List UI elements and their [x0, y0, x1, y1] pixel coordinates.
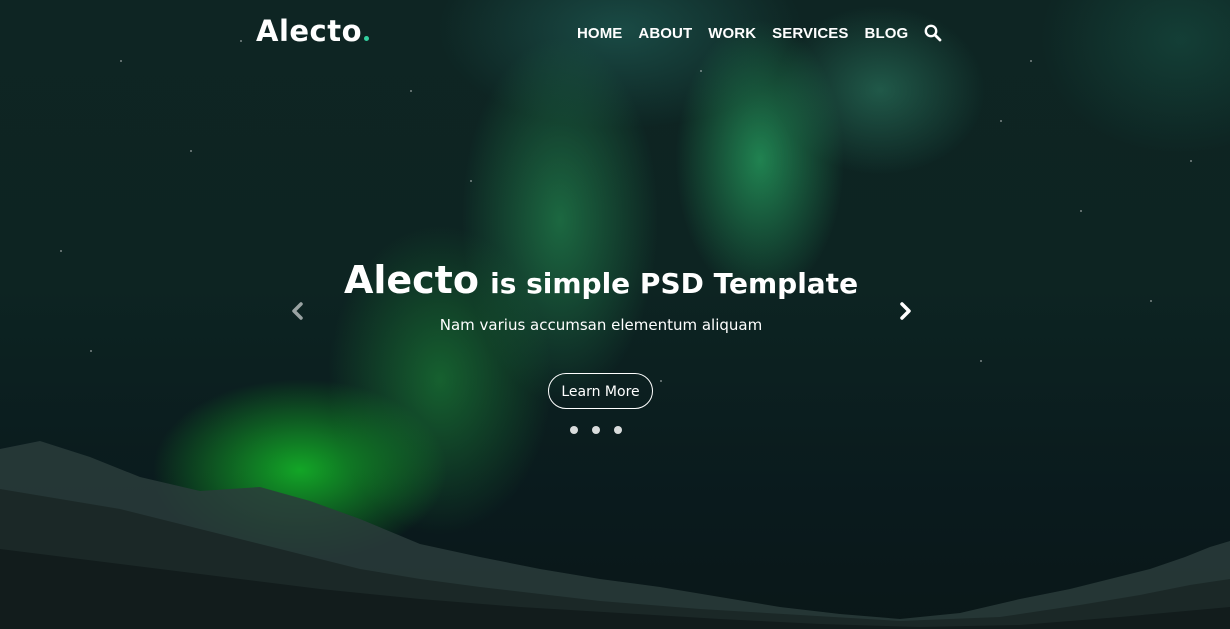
logo-accent-dot — [364, 36, 370, 41]
hero-headline-rest: is simple PSD Template — [490, 267, 859, 300]
mountain-silhouette — [0, 441, 1230, 629]
hero-slide: Alecto is simple PSD Template Nam varius… — [0, 258, 1202, 334]
carousel-dot-1[interactable] — [570, 426, 578, 434]
top-navbar: Alecto HOME ABOUT WORK SERVICES BLOG — [0, 0, 1230, 70]
nav-item-services[interactable]: SERVICES — [772, 25, 848, 42]
nav-item-home[interactable]: HOME — [577, 25, 622, 42]
nav-item-work[interactable]: WORK — [708, 25, 756, 42]
brand-logo-text: Alecto — [256, 14, 363, 48]
search-icon[interactable] — [924, 24, 942, 42]
learn-more-button[interactable]: Learn More — [548, 373, 653, 409]
hero-headline: Alecto is simple PSD Template — [0, 258, 1202, 302]
carousel-dot-3[interactable] — [614, 426, 622, 434]
nav-item-about[interactable]: ABOUT — [638, 25, 692, 42]
carousel-indicators — [570, 426, 636, 434]
hero-section: Alecto HOME ABOUT WORK SERVICES BLOG Ale — [0, 0, 1230, 629]
carousel-dot-2[interactable] — [592, 426, 600, 434]
hero-subtitle: Nam varius accumsan elementum aliquam — [439, 316, 763, 334]
brand-logo[interactable]: Alecto — [256, 14, 370, 48]
nav-item-blog[interactable]: BLOG — [865, 25, 909, 42]
nav-menu: HOME ABOUT WORK SERVICES BLOG — [577, 24, 942, 42]
hero-headline-brand: Alecto — [343, 258, 479, 302]
